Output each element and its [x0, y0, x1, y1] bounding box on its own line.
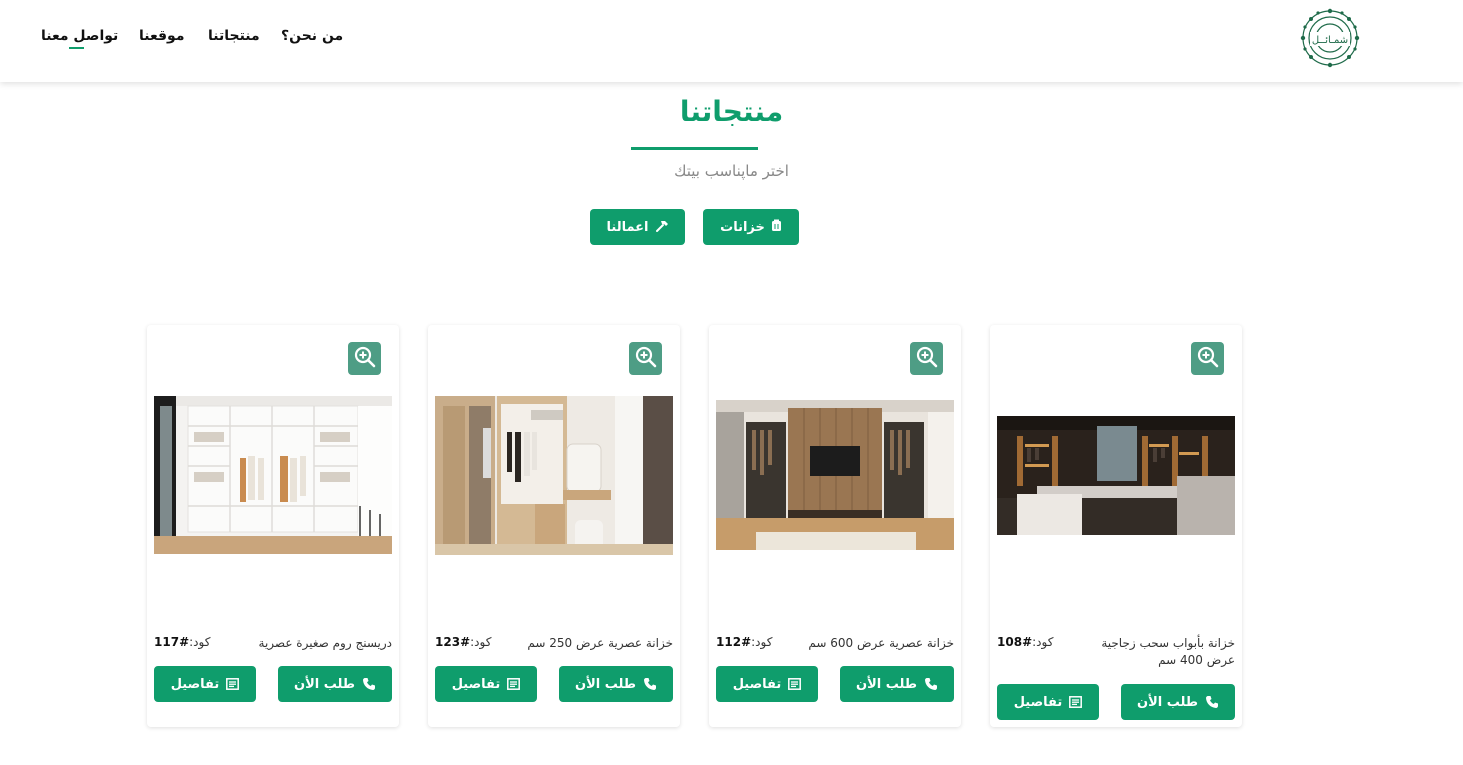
nav-active-indicator: [69, 47, 84, 49]
document-icon: [1069, 696, 1083, 708]
nav-item-location[interactable]: موقعنا: [139, 28, 185, 44]
main-nav: من نحن؟ منتجاتنا موقعنا تواصل معنا: [41, 28, 343, 50]
product-code: كود:#123: [435, 635, 492, 649]
nav-item-about[interactable]: من نحن؟: [281, 28, 343, 44]
product-image[interactable]: [716, 400, 954, 550]
product-card: خزانة عصرية عرض 600 سم كود:#112 طلب الأن…: [709, 325, 961, 727]
order-now-label: طلب الأن: [293, 676, 356, 692]
hammer-icon: [655, 219, 669, 236]
order-now-label: طلب الأن: [855, 676, 918, 692]
svg-text:شمـائــل: شمـائــل: [1312, 35, 1348, 46]
order-now-label: طلب الأن: [1136, 694, 1199, 710]
phone-icon: [1205, 695, 1219, 709]
site-header: من نحن؟ منتجاتنا موقعنا تواصل معنا شمـائ…: [0, 0, 1463, 82]
title-underline: [631, 147, 758, 150]
product-image[interactable]: [154, 396, 392, 554]
phone-icon: [924, 677, 938, 691]
zoom-in-icon: [915, 345, 939, 373]
product-card: دريسنج روم صغيرة عصرية كود:#117 طلب الأن…: [147, 325, 399, 727]
page-subtitle: اختر ماپناسب بيتك: [674, 162, 789, 180]
product-code: كود:#117: [154, 635, 211, 649]
product-card: خزانة عصرية عرض 250 سم كود:#123 طلب الأن…: [428, 325, 680, 727]
details-button[interactable]: تفاصيل: [435, 666, 537, 702]
phone-icon: [362, 677, 376, 691]
zoom-in-icon: [1196, 345, 1220, 373]
order-now-label: طلب الأن: [574, 676, 637, 692]
zoom-in-icon: [634, 345, 658, 373]
brand-logo[interactable]: شمـائــل: [1298, 8, 1362, 70]
product-code: كود:#112: [716, 635, 773, 649]
document-icon: [226, 678, 240, 690]
nav-item-contact[interactable]: تواصل معنا: [41, 28, 118, 44]
details-label: تفاصيل: [170, 676, 220, 692]
product-image[interactable]: [435, 396, 673, 555]
product-image[interactable]: [997, 416, 1235, 535]
order-now-button[interactable]: طلب الأن: [278, 666, 392, 702]
document-icon: [507, 678, 521, 690]
order-now-button[interactable]: طلب الأن: [559, 666, 673, 702]
filter-closets-button[interactable]: خزانات: [703, 209, 799, 245]
zoom-button[interactable]: [1191, 342, 1224, 375]
product-name: خزانة عصرية عرض 250 سم: [527, 636, 673, 650]
product-name: خزانة بأبواب سحب زجاجية عرض 400 سم: [1101, 636, 1235, 667]
details-button[interactable]: تفاصيل: [154, 666, 256, 702]
page-title: منتجاتنا: [679, 95, 784, 128]
zoom-in-icon: [353, 345, 377, 373]
order-now-button[interactable]: طلب الأن: [1121, 684, 1235, 720]
document-icon: [788, 678, 802, 690]
details-label: تفاصيل: [451, 676, 501, 692]
details-button[interactable]: تفاصيل: [997, 684, 1099, 720]
details-label: تفاصيل: [732, 676, 782, 692]
product-name: خزانة عصرية عرض 600 سم: [808, 636, 954, 650]
details-button[interactable]: تفاصيل: [716, 666, 818, 702]
zoom-button[interactable]: [910, 342, 943, 375]
product-code: كود:#108: [997, 635, 1054, 649]
details-label: تفاصيل: [1013, 694, 1063, 710]
phone-icon: [643, 677, 657, 691]
nav-item-products[interactable]: منتجاتنا: [208, 28, 260, 44]
archive-icon: [771, 219, 782, 235]
filter-works-label: اعمالنا: [606, 219, 649, 235]
product-name: دريسنج روم صغيرة عصرية: [258, 636, 392, 650]
zoom-button[interactable]: [348, 342, 381, 375]
filter-closets-label: خزانات: [720, 219, 765, 235]
order-now-button[interactable]: طلب الأن: [840, 666, 954, 702]
product-card: خزانة بأبواب سحب زجاجية عرض 400 سم كود:#…: [990, 325, 1242, 727]
zoom-button[interactable]: [629, 342, 662, 375]
filter-works-button[interactable]: اعمالنا: [590, 209, 685, 245]
